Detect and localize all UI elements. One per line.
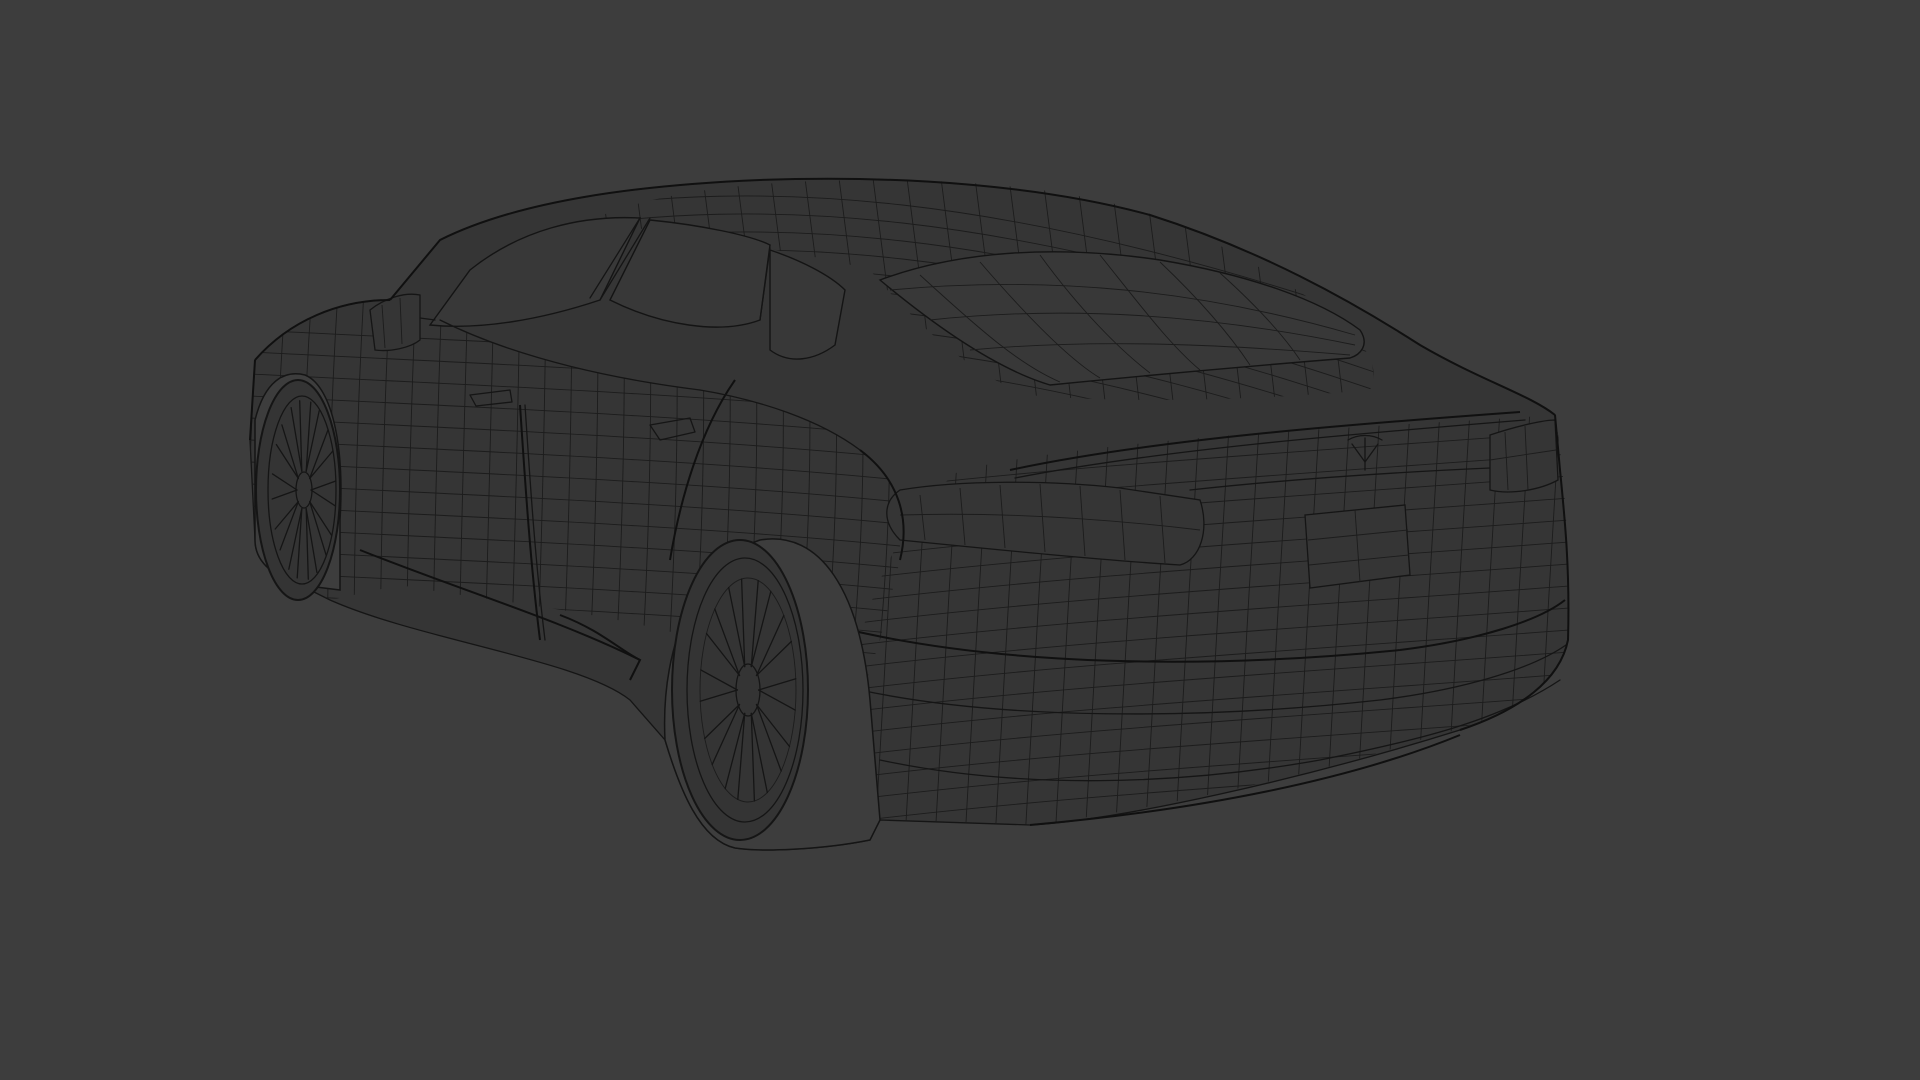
rear-wheel: [671, 539, 809, 841]
license-plate: [1304, 504, 1411, 589]
wireframe-model[interactable]: [0, 0, 1920, 1080]
3d-viewport[interactable]: [0, 0, 1920, 1080]
front-wheel: [255, 379, 341, 601]
